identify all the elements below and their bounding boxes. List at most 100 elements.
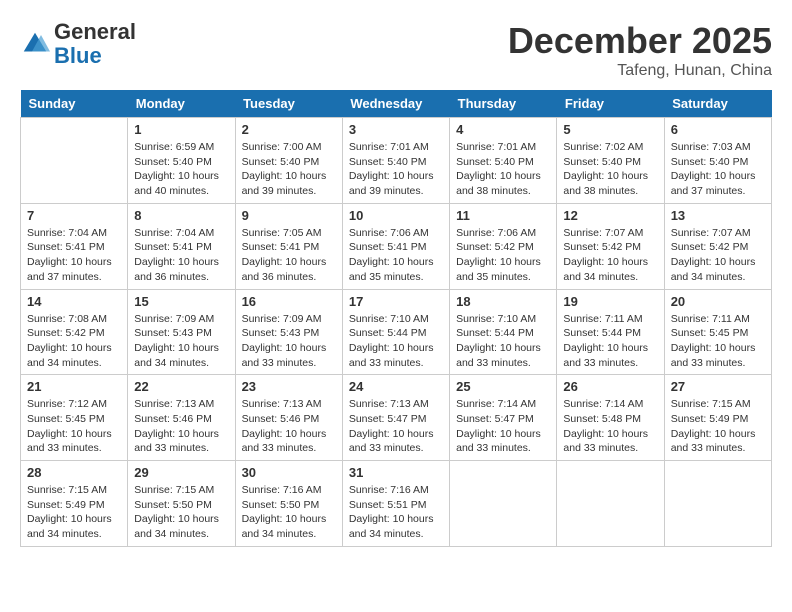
- weekday-header-monday: Monday: [128, 90, 235, 118]
- day-number: 19: [563, 294, 657, 309]
- calendar-cell: 11 Sunrise: 7:06 AM Sunset: 5:42 PM Dayli…: [450, 203, 557, 289]
- day-number: 24: [349, 379, 443, 394]
- weekday-header-friday: Friday: [557, 90, 664, 118]
- location: Tafeng, Hunan, China: [508, 62, 772, 80]
- calendar-cell: 27Sunrise: 7:15 AM Sunset: 5:49 PM Dayli…: [664, 375, 771, 461]
- day-number: 13: [671, 208, 765, 223]
- calendar-table: SundayMondayTuesdayWednesdayThursdayFrid…: [20, 90, 772, 547]
- day-info: Sunrise: 7:13 AM Sunset: 5:46 PM Dayligh…: [134, 397, 228, 456]
- calendar-week-5: 28 Sunrise: 7:15 AM Sunset: 5:49 PM Dayli…: [21, 461, 772, 547]
- calendar-cell: 13 Sunrise: 7:07 AM Sunset: 5:42 PM Dayli…: [664, 203, 771, 289]
- day-info: Sunrise: 7:16 AM Sunset: 5:51 PM Dayligh…: [349, 483, 443, 542]
- calendar-week-1: 1Sunrise: 6:59 AM Sunset: 5:40 PM Daylig…: [21, 118, 772, 204]
- logo-general: General: [54, 19, 136, 44]
- day-number: 18: [456, 294, 550, 309]
- calendar-week-2: 7 Sunrise: 7:04 AM Sunset: 5:41 PM Daylig…: [21, 203, 772, 289]
- logo-text: General Blue: [54, 20, 136, 68]
- day-info: Sunrise: 7:06 AM Sunset: 5:41 PM Dayligh…: [349, 226, 443, 285]
- calendar-cell: 3 Sunrise: 7:01 AM Sunset: 5:40 PM Daylig…: [342, 118, 449, 204]
- calendar-cell: 12 Sunrise: 7:07 AM Sunset: 5:42 PM Dayli…: [557, 203, 664, 289]
- calendar-cell: 15Sunrise: 7:09 AM Sunset: 5:43 PM Dayli…: [128, 289, 235, 375]
- weekday-header-row: SundayMondayTuesdayWednesdayThursdayFrid…: [21, 90, 772, 118]
- calendar-cell: 18 Sunrise: 7:10 AM Sunset: 5:44 PM Dayli…: [450, 289, 557, 375]
- calendar-cell: [664, 461, 771, 547]
- calendar-cell: [557, 461, 664, 547]
- day-info: Sunrise: 7:01 AM Sunset: 5:40 PM Dayligh…: [349, 140, 443, 199]
- day-number: 26: [563, 379, 657, 394]
- month-title: December 2025: [508, 20, 772, 62]
- day-info: Sunrise: 7:14 AM Sunset: 5:47 PM Dayligh…: [456, 397, 550, 456]
- day-info: Sunrise: 6:59 AM Sunset: 5:40 PM Dayligh…: [134, 140, 228, 199]
- calendar-cell: 20 Sunrise: 7:11 AM Sunset: 5:45 PM Dayli…: [664, 289, 771, 375]
- day-info: Sunrise: 7:09 AM Sunset: 5:43 PM Dayligh…: [242, 312, 336, 371]
- calendar-week-4: 21 Sunrise: 7:12 AM Sunset: 5:45 PM Dayli…: [21, 375, 772, 461]
- day-number: 3: [349, 122, 443, 137]
- day-number: 11: [456, 208, 550, 223]
- day-number: 6: [671, 122, 765, 137]
- day-number: 25: [456, 379, 550, 394]
- day-number: 23: [242, 379, 336, 394]
- calendar-cell: 24 Sunrise: 7:13 AM Sunset: 5:47 PM Dayli…: [342, 375, 449, 461]
- calendar-week-3: 14 Sunrise: 7:08 AM Sunset: 5:42 PM Dayli…: [21, 289, 772, 375]
- day-info: Sunrise: 7:15 AM Sunset: 5:50 PM Dayligh…: [134, 483, 228, 542]
- day-number: 9: [242, 208, 336, 223]
- day-number: 20: [671, 294, 765, 309]
- day-number: 10: [349, 208, 443, 223]
- weekday-header-sunday: Sunday: [21, 90, 128, 118]
- day-number: 4: [456, 122, 550, 137]
- calendar-cell: 26 Sunrise: 7:14 AM Sunset: 5:48 PM Dayli…: [557, 375, 664, 461]
- calendar-cell: 2 Sunrise: 7:00 AM Sunset: 5:40 PM Daylig…: [235, 118, 342, 204]
- day-info: Sunrise: 7:04 AM Sunset: 5:41 PM Dayligh…: [27, 226, 121, 285]
- day-number: 2: [242, 122, 336, 137]
- calendar-cell: 9 Sunrise: 7:05 AM Sunset: 5:41 PM Daylig…: [235, 203, 342, 289]
- day-number: 12: [563, 208, 657, 223]
- weekday-header-tuesday: Tuesday: [235, 90, 342, 118]
- day-info: Sunrise: 7:05 AM Sunset: 5:41 PM Dayligh…: [242, 226, 336, 285]
- day-number: 29: [134, 465, 228, 480]
- day-number: 17: [349, 294, 443, 309]
- day-info: Sunrise: 7:11 AM Sunset: 5:44 PM Dayligh…: [563, 312, 657, 371]
- weekday-header-wednesday: Wednesday: [342, 90, 449, 118]
- calendar-cell: 10 Sunrise: 7:06 AM Sunset: 5:41 PM Dayli…: [342, 203, 449, 289]
- calendar-cell: 31Sunrise: 7:16 AM Sunset: 5:51 PM Dayli…: [342, 461, 449, 547]
- day-info: Sunrise: 7:12 AM Sunset: 5:45 PM Dayligh…: [27, 397, 121, 456]
- calendar-cell: 21 Sunrise: 7:12 AM Sunset: 5:45 PM Dayli…: [21, 375, 128, 461]
- calendar-cell: 14 Sunrise: 7:08 AM Sunset: 5:42 PM Dayli…: [21, 289, 128, 375]
- day-number: 14: [27, 294, 121, 309]
- day-info: Sunrise: 7:09 AM Sunset: 5:43 PM Dayligh…: [134, 312, 228, 371]
- day-info: Sunrise: 7:03 AM Sunset: 5:40 PM Dayligh…: [671, 140, 765, 199]
- day-number: 7: [27, 208, 121, 223]
- day-number: 5: [563, 122, 657, 137]
- calendar-cell: 1Sunrise: 6:59 AM Sunset: 5:40 PM Daylig…: [128, 118, 235, 204]
- calendar-cell: 8Sunrise: 7:04 AM Sunset: 5:41 PM Daylig…: [128, 203, 235, 289]
- page-header: General Blue December 2025 Tafeng, Hunan…: [20, 20, 772, 80]
- day-info: Sunrise: 7:07 AM Sunset: 5:42 PM Dayligh…: [671, 226, 765, 285]
- calendar-cell: 25 Sunrise: 7:14 AM Sunset: 5:47 PM Dayli…: [450, 375, 557, 461]
- day-info: Sunrise: 7:06 AM Sunset: 5:42 PM Dayligh…: [456, 226, 550, 285]
- logo-icon: [20, 29, 50, 59]
- day-info: Sunrise: 7:16 AM Sunset: 5:50 PM Dayligh…: [242, 483, 336, 542]
- logo-blue: Blue: [54, 43, 102, 68]
- day-info: Sunrise: 7:15 AM Sunset: 5:49 PM Dayligh…: [27, 483, 121, 542]
- day-info: Sunrise: 7:04 AM Sunset: 5:41 PM Dayligh…: [134, 226, 228, 285]
- weekday-header-saturday: Saturday: [664, 90, 771, 118]
- calendar-cell: 16Sunrise: 7:09 AM Sunset: 5:43 PM Dayli…: [235, 289, 342, 375]
- day-number: 30: [242, 465, 336, 480]
- day-info: Sunrise: 7:00 AM Sunset: 5:40 PM Dayligh…: [242, 140, 336, 199]
- calendar-cell: 29 Sunrise: 7:15 AM Sunset: 5:50 PM Dayli…: [128, 461, 235, 547]
- day-info: Sunrise: 7:11 AM Sunset: 5:45 PM Dayligh…: [671, 312, 765, 371]
- day-info: Sunrise: 7:13 AM Sunset: 5:47 PM Dayligh…: [349, 397, 443, 456]
- day-info: Sunrise: 7:13 AM Sunset: 5:46 PM Dayligh…: [242, 397, 336, 456]
- logo: General Blue: [20, 20, 136, 68]
- day-info: Sunrise: 7:02 AM Sunset: 5:40 PM Dayligh…: [563, 140, 657, 199]
- day-info: Sunrise: 7:14 AM Sunset: 5:48 PM Dayligh…: [563, 397, 657, 456]
- day-number: 21: [27, 379, 121, 394]
- calendar-cell: 7 Sunrise: 7:04 AM Sunset: 5:41 PM Daylig…: [21, 203, 128, 289]
- calendar-cell: 22Sunrise: 7:13 AM Sunset: 5:46 PM Dayli…: [128, 375, 235, 461]
- day-info: Sunrise: 7:07 AM Sunset: 5:42 PM Dayligh…: [563, 226, 657, 285]
- calendar-cell: 19 Sunrise: 7:11 AM Sunset: 5:44 PM Dayli…: [557, 289, 664, 375]
- day-info: Sunrise: 7:15 AM Sunset: 5:49 PM Dayligh…: [671, 397, 765, 456]
- day-number: 28: [27, 465, 121, 480]
- day-info: Sunrise: 7:08 AM Sunset: 5:42 PM Dayligh…: [27, 312, 121, 371]
- day-info: Sunrise: 7:10 AM Sunset: 5:44 PM Dayligh…: [456, 312, 550, 371]
